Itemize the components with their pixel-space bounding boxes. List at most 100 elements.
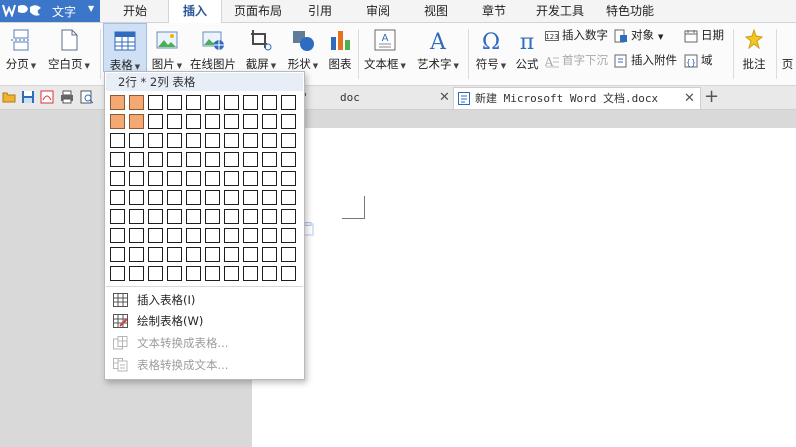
table-grid-cell[interactable] [281,266,296,281]
table-grid-cell[interactable] [129,152,144,167]
table-grid-cell[interactable] [205,95,220,110]
table-grid-cell[interactable] [167,171,182,186]
table-grid-cell[interactable] [224,209,239,224]
insert-table-menu-item[interactable]: 插入表格(I) [111,290,297,310]
table-grid-cell[interactable] [110,266,125,281]
table-grid-cell[interactable] [262,171,277,186]
table-grid-cell[interactable] [186,247,201,262]
page-more-button[interactable]: 页 [779,23,796,85]
tab-special-features[interactable]: 特色功能 [600,0,660,22]
table-grid-cell[interactable] [262,152,277,167]
table-grid-cell[interactable] [281,209,296,224]
table-grid-cell[interactable] [186,133,201,148]
table-grid-cell[interactable] [148,152,163,167]
tab-view[interactable]: 视图 [416,0,456,22]
table-grid-cell[interactable] [167,228,182,243]
object-button[interactable]: 对象 ▼ [614,27,663,45]
table-grid-cell[interactable] [262,190,277,205]
tab-home[interactable]: 开始 [112,0,158,22]
tab-section[interactable]: 章节 [474,0,514,22]
table-grid-cell[interactable] [243,133,258,148]
app-menu-button[interactable]: 文字 ▼ [0,0,100,22]
table-grid-cell[interactable] [243,95,258,110]
table-grid-cell[interactable] [205,190,220,205]
table-grid-cell[interactable] [129,190,144,205]
table-grid-cell[interactable] [148,190,163,205]
table-grid-cell[interactable] [186,171,201,186]
table-grid-cell[interactable] [148,171,163,186]
document-page[interactable] [252,128,796,447]
page-break-button[interactable]: 分页 ▼ [2,23,40,85]
table-grid-cell[interactable] [224,114,239,129]
table-grid-cell[interactable] [224,152,239,167]
table-grid-cell[interactable] [186,190,201,205]
table-to-text-menu-item[interactable]: 表格转换成文本... [111,355,297,375]
close-tab-icon[interactable]: ✕ [684,88,695,109]
table-grid-cell[interactable] [110,152,125,167]
export-pdf-icon[interactable] [40,90,54,104]
close-tab-icon[interactable]: ✕ [439,87,450,108]
table-grid-cell[interactable] [110,171,125,186]
table-grid-cell[interactable] [281,228,296,243]
open-folder-icon[interactable] [2,90,16,104]
table-grid-cell[interactable] [262,247,277,262]
wordart-button[interactable]: A 艺术字 ▼ [413,23,463,85]
print-icon[interactable] [60,90,74,104]
table-grid-cell[interactable] [281,247,296,262]
tab-review[interactable]: 审阅 [358,0,398,22]
table-grid-cell[interactable] [186,266,201,281]
table-grid-cell[interactable] [243,228,258,243]
formula-button[interactable]: π 公式 [512,23,542,85]
table-grid-cell[interactable] [205,266,220,281]
table-grid-cell[interactable] [262,266,277,281]
table-grid-cell[interactable] [148,95,163,110]
table-grid-cell[interactable] [129,209,144,224]
draw-table-menu-item[interactable]: 绘制表格(W) [111,311,297,331]
date-button[interactable]: 日期 [684,27,724,45]
tab-references[interactable]: 引用 [300,0,340,22]
table-grid-cell[interactable] [281,190,296,205]
table-grid-cell[interactable] [205,152,220,167]
table-grid-cell[interactable] [205,171,220,186]
table-grid-cell[interactable] [281,171,296,186]
table-grid-cell[interactable] [224,171,239,186]
table-grid-cell[interactable] [186,228,201,243]
table-grid-cell[interactable] [205,114,220,129]
table-grid-cell[interactable] [129,114,144,129]
new-tab-plus-icon[interactable]: + [704,86,719,107]
table-grid-cell[interactable] [148,266,163,281]
table-grid-cell[interactable] [167,247,182,262]
print-preview-icon[interactable] [80,90,94,104]
table-grid-cell[interactable] [262,133,277,148]
table-grid-cell[interactable] [281,114,296,129]
table-grid-cell[interactable] [243,152,258,167]
table-size-grid[interactable] [110,95,300,283]
table-grid-cell[interactable] [243,114,258,129]
symbol-button[interactable]: Ω 符号 ▼ [471,23,511,85]
table-grid-cell[interactable] [205,133,220,148]
chart-button[interactable]: 图表 [324,23,356,85]
tab-insert[interactable]: 插入 [168,0,222,23]
insert-number-button[interactable]: 123 插入数字 [545,27,608,45]
textbox-button[interactable]: A 文本框 ▼ [361,23,409,85]
table-grid-cell[interactable] [224,190,239,205]
table-grid-cell[interactable] [167,266,182,281]
table-grid-cell[interactable] [243,266,258,281]
table-grid-cell[interactable] [148,209,163,224]
table-grid-cell[interactable] [243,190,258,205]
table-grid-cell[interactable] [167,95,182,110]
table-grid-cell[interactable] [110,247,125,262]
table-grid-cell[interactable] [262,95,277,110]
save-icon[interactable] [21,90,35,104]
table-grid-cell[interactable] [262,209,277,224]
table-grid-cell[interactable] [110,95,125,110]
table-grid-cell[interactable] [167,152,182,167]
table-grid-cell[interactable] [110,190,125,205]
table-grid-cell[interactable] [186,114,201,129]
blank-page-button[interactable]: 空白页 ▼ [42,23,96,85]
table-grid-cell[interactable] [205,247,220,262]
table-grid-cell[interactable] [205,209,220,224]
table-grid-cell[interactable] [224,266,239,281]
table-grid-cell[interactable] [224,133,239,148]
table-grid-cell[interactable] [148,247,163,262]
